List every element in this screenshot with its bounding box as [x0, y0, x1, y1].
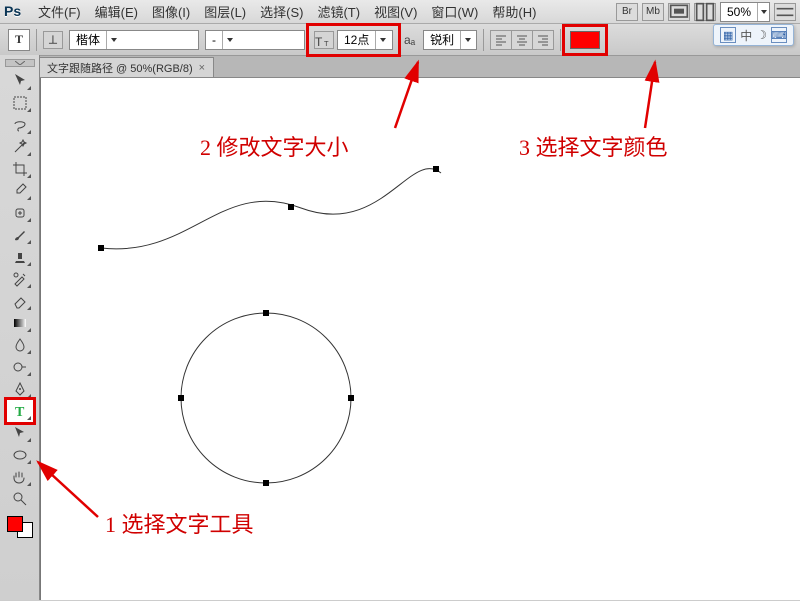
chevron-down-icon [106, 31, 120, 49]
ime-mode-label[interactable]: 中 [740, 27, 752, 44]
menu-layer[interactable]: 图层(L) [200, 0, 250, 23]
clone-stamp-tool[interactable] [7, 246, 33, 268]
font-family-value: 楷体 [70, 31, 106, 48]
font-style-dropdown[interactable]: - [205, 30, 305, 50]
chevron-down-icon [757, 3, 769, 21]
arrange-button[interactable] [694, 3, 716, 21]
screen-mode-icon [669, 2, 689, 22]
ime-keyboard-icon[interactable]: ⌨ [771, 27, 787, 43]
align-center-button[interactable] [511, 30, 533, 50]
annotation-highlight-color [567, 29, 603, 51]
blur-tool[interactable] [7, 334, 33, 356]
screen-mode-button[interactable] [668, 3, 690, 21]
lasso-tool[interactable] [7, 114, 33, 136]
menu-file[interactable]: 文件(F) [34, 0, 85, 23]
text-align-group [490, 30, 554, 50]
font-style-value: - [206, 33, 222, 47]
separator [483, 29, 484, 51]
font-size-icon-button[interactable]: TT [314, 31, 334, 49]
bridge-button[interactable]: Br [616, 3, 638, 21]
ime-toolbar[interactable]: ▦ 中 ☽ ⌨ [713, 24, 794, 46]
document-tab[interactable]: 文字跟随路径 @ 50%(RGB/8) × [38, 57, 214, 77]
path-selection-tool[interactable] [7, 422, 33, 444]
pen-tool[interactable] [7, 378, 33, 400]
menu-image[interactable]: 图像(I) [148, 0, 194, 23]
font-family-dropdown[interactable]: 楷体 [69, 30, 199, 50]
minibridge-button[interactable]: Mb [642, 3, 664, 21]
menu-select[interactable]: 选择(S) [256, 0, 307, 23]
menu-edit[interactable]: 编辑(E) [91, 0, 142, 23]
move-tool[interactable] [7, 70, 33, 92]
menu-help[interactable]: 帮助(H) [488, 0, 540, 23]
options-bar: T 丄 楷体 - TT 12点 aₐ 锐利 [0, 24, 800, 56]
dodge-tool[interactable] [7, 356, 33, 378]
menu-window[interactable]: 窗口(W) [427, 0, 482, 23]
panel-collapse-handle[interactable] [5, 59, 35, 67]
document-tab-bar: 文字跟随路径 @ 50%(RGB/8) × [0, 56, 800, 78]
antialias-label: aₐ [402, 33, 417, 47]
crop-tool[interactable] [7, 158, 33, 180]
gradient-tool[interactable] [7, 312, 33, 334]
canvas-area[interactable] [40, 78, 800, 600]
separator [36, 29, 37, 51]
zoom-dropdown[interactable]: 50% [720, 2, 770, 22]
svg-text:T: T [15, 405, 25, 419]
marquee-tool[interactable] [7, 92, 33, 114]
color-swatches[interactable] [5, 514, 35, 540]
tab-close-button[interactable]: × [199, 62, 205, 74]
history-brush-tool[interactable] [7, 268, 33, 290]
tools-panel: T [0, 55, 40, 600]
magic-wand-tool[interactable] [7, 136, 33, 158]
text-orientation-toggle[interactable]: 丄 [43, 31, 63, 49]
ime-logo-icon: ▦ [720, 27, 736, 43]
healing-brush-tool[interactable] [7, 202, 33, 224]
separator [560, 29, 561, 51]
foreground-color[interactable] [7, 516, 23, 532]
chevron-down-icon [222, 31, 236, 49]
antialias-value: 锐利 [424, 31, 460, 48]
eraser-tool[interactable] [7, 290, 33, 312]
zoom-value: 50% [721, 5, 757, 19]
align-right-button[interactable] [532, 30, 554, 50]
antialias-dropdown[interactable]: 锐利 [423, 30, 477, 50]
text-color-swatch[interactable] [570, 31, 600, 49]
eyedropper-tool[interactable] [7, 180, 33, 202]
font-size-value: 12点 [338, 31, 375, 48]
font-size-icon: TT [315, 31, 333, 49]
hand-tool[interactable] [7, 466, 33, 488]
annotation-highlight-fontsize: TT 12点 [311, 28, 396, 52]
app-logo: Ps [4, 3, 28, 21]
ime-moon-icon[interactable]: ☽ [756, 28, 767, 42]
zoom-tool[interactable] [7, 488, 33, 510]
document-canvas [41, 78, 800, 598]
menubar-right-group: Br Mb 50% [616, 2, 800, 22]
chevron-down-icon [375, 31, 389, 49]
brush-tool[interactable] [7, 224, 33, 246]
active-tool-indicator[interactable]: T [8, 29, 30, 51]
extras-button[interactable] [774, 3, 796, 21]
align-left-button[interactable] [490, 30, 512, 50]
extras-icon [775, 2, 795, 22]
shape-tool[interactable] [7, 444, 33, 466]
menu-bar: Ps 文件(F) 编辑(E) 图像(I) 图层(L) 选择(S) 滤镜(T) 视… [0, 0, 800, 24]
document-tab-title: 文字跟随路径 @ 50%(RGB/8) [47, 60, 193, 76]
menu-filter[interactable]: 滤镜(T) [313, 0, 364, 23]
arrange-icon [695, 2, 715, 22]
svg-text:T: T [324, 39, 329, 48]
type-tool[interactable]: T [7, 400, 33, 422]
svg-text:T: T [315, 35, 323, 49]
font-size-dropdown[interactable]: 12点 [337, 30, 393, 50]
menu-view[interactable]: 视图(V) [370, 0, 421, 23]
chevron-down-icon [460, 31, 474, 49]
